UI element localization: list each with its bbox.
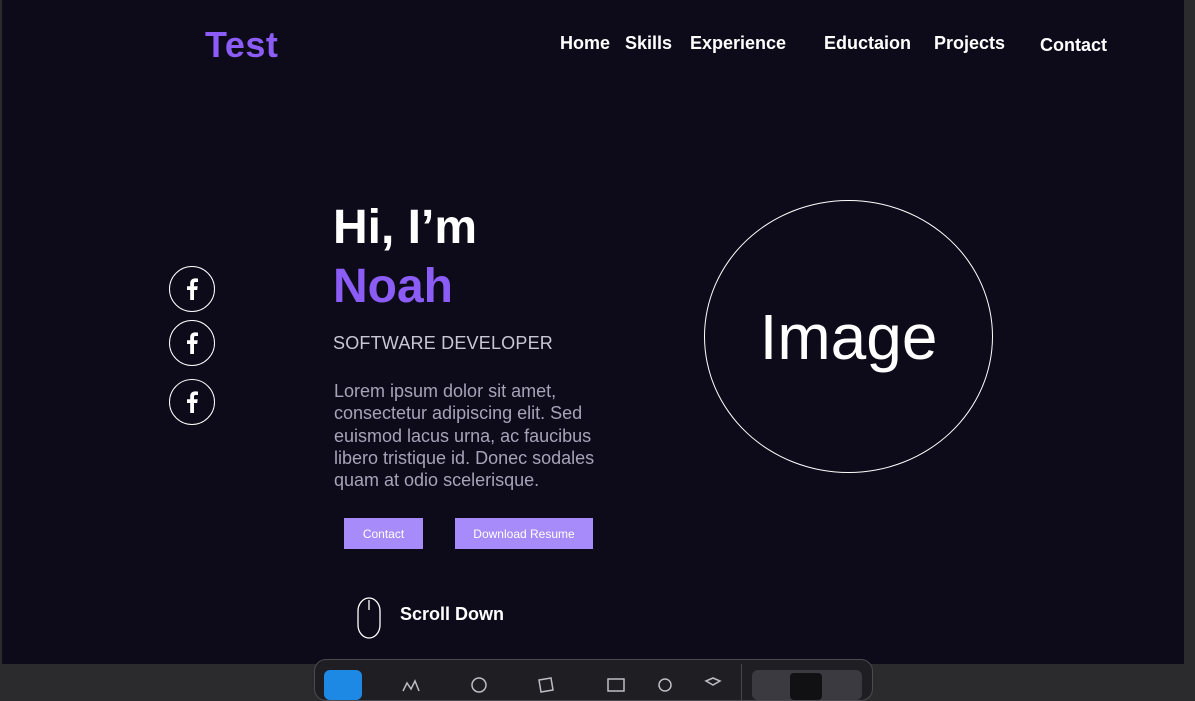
facebook-icon bbox=[187, 278, 198, 300]
nav-projects[interactable]: Projects bbox=[934, 33, 1005, 54]
facebook-icon bbox=[187, 391, 198, 413]
scroll-down-link[interactable]: Scroll Down bbox=[400, 604, 504, 625]
facebook-link-2[interactable] bbox=[169, 320, 215, 366]
nav-contact[interactable]: Contact bbox=[1040, 35, 1107, 56]
window-edge bbox=[1184, 0, 1195, 681]
facebook-link-1[interactable] bbox=[169, 266, 215, 312]
taskbar-app-icon[interactable] bbox=[606, 675, 626, 695]
portfolio-page: Test Home Skills Experience Eductaion Pr… bbox=[2, 0, 1184, 664]
taskbar-app-icon[interactable] bbox=[469, 675, 489, 695]
nav-home[interactable]: Home bbox=[560, 33, 610, 54]
brand-logo[interactable]: Test bbox=[205, 24, 278, 66]
contact-button[interactable]: Contact bbox=[344, 518, 423, 549]
taskbar-app-icon[interactable] bbox=[703, 675, 723, 695]
hero-name: Noah bbox=[333, 260, 453, 313]
taskbar-separator bbox=[741, 664, 742, 700]
profile-image-placeholder: Image bbox=[704, 200, 993, 473]
hero-bio: Lorem ipsum dolor sit amet, consectetur … bbox=[334, 381, 595, 491]
download-resume-button[interactable]: Download Resume bbox=[455, 518, 593, 549]
taskbar-tool-selected[interactable] bbox=[790, 673, 822, 700]
taskbar-tool-group[interactable] bbox=[752, 670, 862, 700]
taskbar-app-icon[interactable] bbox=[401, 675, 421, 695]
image-placeholder-label: Image bbox=[759, 300, 938, 373]
nav-experience[interactable]: Experience bbox=[690, 33, 786, 54]
nav-education[interactable]: Eductaion bbox=[824, 33, 911, 54]
facebook-icon bbox=[187, 332, 198, 354]
mouse-icon bbox=[357, 597, 381, 639]
taskbar-app-icon[interactable] bbox=[536, 675, 556, 695]
nav-skills[interactable]: Skills bbox=[625, 33, 672, 54]
facebook-link-3[interactable] bbox=[169, 379, 215, 425]
hero-greeting: Hi, I’m bbox=[333, 201, 478, 254]
taskbar bbox=[314, 659, 873, 701]
taskbar-app-icon[interactable] bbox=[655, 675, 675, 695]
taskbar-active-app-icon[interactable] bbox=[324, 670, 362, 700]
hero-role: SOFTWARE DEVELOPER bbox=[333, 333, 553, 353]
